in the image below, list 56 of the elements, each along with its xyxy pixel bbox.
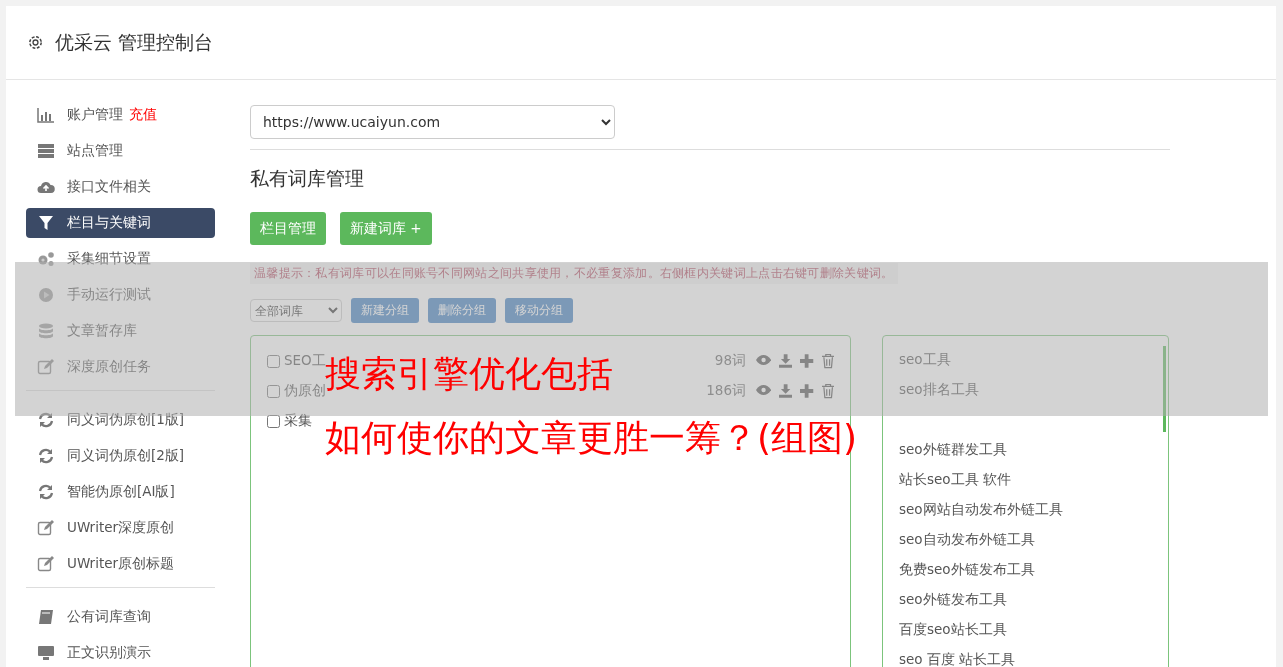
checkbox[interactable] (267, 384, 280, 398)
book-icon (37, 609, 55, 625)
trash-icon[interactable] (821, 353, 834, 369)
sidebar-item[interactable]: UWriter深度原创 (26, 513, 215, 543)
sidebar-item[interactable]: 正文识别演示 (26, 638, 215, 667)
site-select[interactable]: https://www.ucaiyun.com (250, 105, 615, 139)
edit-icon (37, 556, 55, 572)
sidebar-item[interactable]: 栏目与关键词 (26, 208, 215, 238)
checkbox[interactable] (267, 414, 280, 428)
recharge-link[interactable]: 充值 (129, 106, 157, 124)
sidebar-item[interactable]: 同义词伪原创[1版] (26, 405, 215, 435)
edit-icon (37, 520, 55, 536)
filter-icon (37, 215, 55, 231)
keyword-item[interactable]: 百度seo站长工具 (899, 614, 1152, 644)
keyword-item[interactable]: seo外链群发工具 (899, 434, 1152, 464)
keyword-item[interactable]: seo外链发布工具 (899, 584, 1152, 614)
sidebar-item[interactable]: 采集细节设置 (26, 244, 215, 274)
plus-icon[interactable] (800, 353, 814, 368)
sidebar-item[interactable]: 接口文件相关 (26, 172, 215, 202)
sidebar-item[interactable]: 账户管理 充值 (26, 100, 215, 130)
word-count: 98词 (714, 352, 746, 370)
download-icon[interactable] (779, 353, 793, 368)
checkbox[interactable] (267, 354, 280, 368)
keyword-item[interactable]: seo自动发布外链工具 (899, 524, 1152, 554)
sidebar-item[interactable]: 同义词伪原创[2版] (26, 441, 215, 471)
keyword-item[interactable]: 免费seo外链发布工具 (899, 554, 1152, 584)
sidebar-item[interactable]: 站点管理 (26, 136, 215, 166)
sidebar-item[interactable]: UWriter原创标题 (26, 549, 215, 579)
cloud-upload-icon (37, 179, 55, 195)
keyword-item[interactable]: seo网站自动发布外链工具 (899, 494, 1152, 524)
monitor-icon (37, 645, 55, 661)
plus-icon[interactable] (800, 383, 814, 398)
library-checkbox[interactable]: 采集 (267, 412, 312, 430)
keyword-item[interactable]: 站长seo工具 软件 (899, 464, 1152, 494)
eye-icon[interactable] (756, 353, 772, 366)
refresh-icon (37, 484, 55, 500)
server-icon (37, 143, 55, 159)
keyword-item[interactable]: seo 百度 站长工具 (899, 644, 1152, 667)
trash-icon[interactable] (821, 383, 834, 399)
settings-icon (26, 33, 45, 52)
gears-icon (37, 251, 55, 267)
headline-text: 搜索引擎优化包括 (325, 352, 613, 396)
database-icon (37, 323, 55, 339)
download-icon[interactable] (779, 383, 793, 398)
edit-icon (37, 359, 55, 375)
sidebar-item[interactable]: 公有词库查询 (26, 602, 215, 632)
play-icon (37, 287, 55, 303)
headline-text: 如何使你的文章更胜一筹？(组图) (325, 416, 858, 460)
sidebar-item[interactable]: 智能伪原创[AI版] (26, 477, 215, 507)
word-count: 186词 (706, 382, 746, 400)
refresh-icon (37, 448, 55, 464)
app-title: 优采云 管理控制台 (55, 29, 214, 55)
eye-icon[interactable] (756, 383, 772, 396)
refresh-icon (37, 412, 55, 428)
bar-chart-icon (37, 107, 55, 123)
page-heading: 私有词库管理 (250, 166, 365, 191)
